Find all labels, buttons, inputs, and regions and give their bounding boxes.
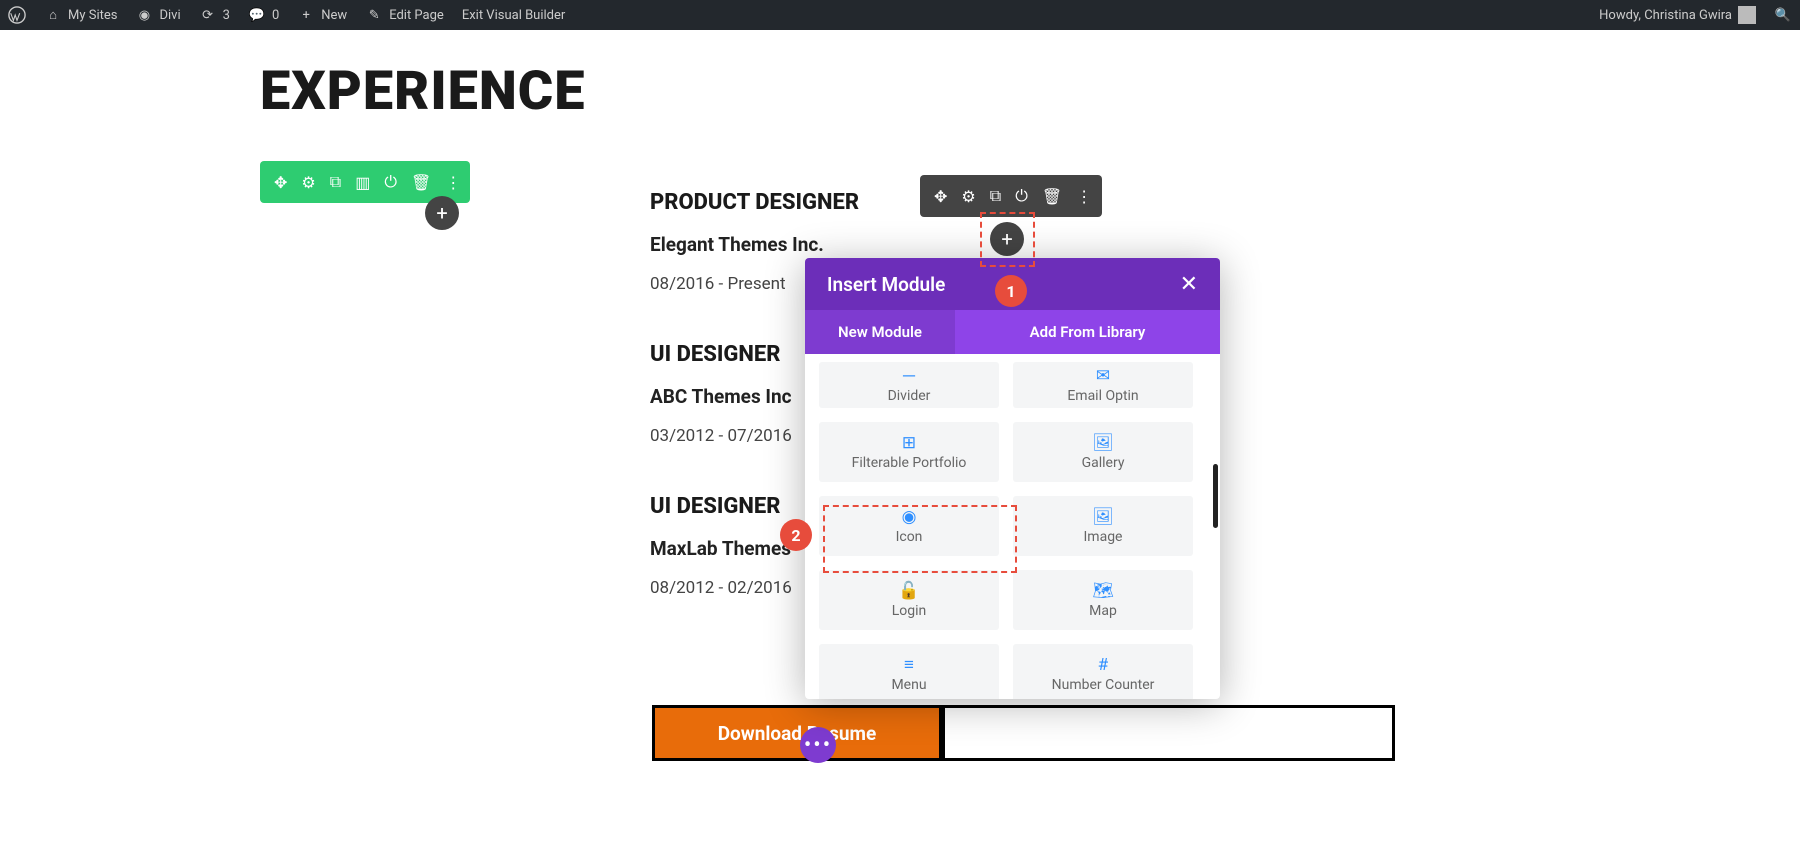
modal-scrollbar[interactable] — [1213, 464, 1218, 528]
wp-logo[interactable] — [8, 6, 26, 24]
modal-close-button[interactable]: ✕ — [1180, 272, 1198, 297]
duplicate-icon[interactable]: ⧉ — [330, 172, 341, 192]
module-label: Image — [1084, 529, 1123, 545]
power-icon[interactable]: ⏻ — [1015, 186, 1028, 206]
adminbar-left: ⌂My Sites ◉Divi ⟳3 💬0 +New ✎Edit Page Ex… — [8, 6, 565, 24]
howdy-link[interactable]: Howdy, Christina Gwira — [1599, 6, 1756, 24]
my-sites-link[interactable]: ⌂ My Sites — [44, 6, 117, 24]
edit-page-link[interactable]: ✎ Edit Page — [365, 6, 444, 24]
tab-new-module[interactable]: New Module — [805, 310, 955, 354]
module-label: Gallery — [1082, 455, 1125, 471]
page-title: EXPERIENCE — [260, 60, 1800, 123]
login-icon: 🔓 — [898, 581, 919, 601]
job-title: PRODUCT DESIGNER — [650, 190, 980, 215]
power-icon[interactable]: ⏻ — [384, 172, 397, 192]
icon-icon: ◉ — [902, 507, 917, 527]
module-menu[interactable]: ≡ Menu — [819, 644, 999, 699]
modal-body: ─ Divider ✉ Email Optin ⊞ Filterable Portfo… — [805, 354, 1220, 699]
modal-tabs: New Module Add From Library — [805, 310, 1220, 354]
comments-link[interactable]: 💬0 — [248, 6, 279, 24]
more-icon[interactable]: ⋮ — [445, 173, 461, 192]
my-sites-label: My Sites — [68, 8, 117, 23]
howdy-label: Howdy, Christina Gwira — [1599, 8, 1732, 23]
callout-badge-1: 1 — [995, 275, 1027, 307]
new-label: New — [321, 8, 347, 23]
close-icon: ✕ — [1180, 272, 1198, 297]
module-login[interactable]: 🔓 Login — [819, 570, 999, 630]
module-label: Icon — [896, 529, 923, 545]
module-number-counter[interactable]: # Number Counter — [1013, 644, 1193, 699]
module-label: Menu — [891, 677, 926, 693]
dots-icon: ••• — [804, 733, 832, 758]
gear-icon[interactable]: ⚙ — [301, 173, 315, 192]
site-link[interactable]: ◉ Divi — [135, 6, 180, 24]
module-label: Filterable Portfolio — [852, 455, 967, 471]
map-icon: 🗺 — [1092, 581, 1114, 601]
module-filterable-portfolio[interactable]: ⊞ Filterable Portfolio — [819, 422, 999, 482]
tab-add-library[interactable]: Add From Library — [955, 310, 1220, 354]
module-email-optin[interactable]: ✉ Email Optin — [1013, 362, 1193, 408]
trash-icon[interactable]: 🗑 — [411, 173, 431, 192]
download-button-empty — [942, 705, 1395, 761]
download-resume-button[interactable]: Download Resume — [652, 705, 942, 761]
callout-box-1 — [980, 212, 1035, 267]
module-label: Login — [892, 603, 927, 619]
exit-builder-label: Exit Visual Builder — [462, 8, 565, 23]
builder-toggle[interactable]: ••• — [800, 727, 836, 763]
add-row-button[interactable]: + — [425, 196, 459, 230]
exit-builder-link[interactable]: Exit Visual Builder — [462, 8, 565, 23]
plus-icon: + — [297, 6, 315, 24]
duplicate-icon[interactable]: ⧉ — [990, 186, 1001, 206]
adminbar-right: Howdy, Christina Gwira 🔍 — [1599, 6, 1792, 24]
module-gallery[interactable]: 🖼 Gallery — [1013, 422, 1193, 482]
comment-icon: 💬 — [248, 6, 266, 24]
portfolio-icon: ⊞ — [902, 433, 916, 453]
insert-module-modal: Insert Module ✕ New Module Add From Libr… — [805, 258, 1220, 699]
module-icon[interactable]: ◉ Icon — [819, 496, 999, 556]
move-icon[interactable]: ✥ — [274, 173, 287, 192]
module-label: Email Optin — [1067, 388, 1138, 404]
page-content: EXPERIENCE ✥ ⚙ ⧉ ▥ ⏻ 🗑 ⋮ — [0, 30, 1800, 203]
divider-icon: ─ — [903, 366, 915, 386]
pencil-icon: ✎ — [365, 6, 383, 24]
tab-library-label: Add From Library — [1030, 323, 1146, 341]
module-label: Divider — [888, 388, 931, 404]
avatar — [1738, 6, 1756, 24]
plus-icon: + — [436, 201, 447, 225]
callout-badge-2: 2 — [780, 519, 812, 551]
updates-link[interactable]: ⟳3 — [199, 6, 230, 24]
network-icon: ⌂ — [44, 6, 62, 24]
menu-icon: ≡ — [904, 655, 914, 675]
search-toggle[interactable]: 🔍 — [1774, 6, 1792, 24]
wp-admin-bar: ⌂My Sites ◉Divi ⟳3 💬0 +New ✎Edit Page Ex… — [0, 0, 1800, 30]
search-icon: 🔍 — [1774, 6, 1792, 24]
update-icon: ⟳ — [199, 6, 217, 24]
gallery-icon: 🖼 — [1092, 433, 1114, 453]
updates-count: 3 — [223, 8, 230, 23]
tab-new-label: New Module — [838, 323, 922, 341]
divi-label: Divi — [159, 8, 180, 23]
module-label: Map — [1089, 603, 1117, 619]
job-company: Elegant Themes Inc. — [650, 233, 980, 256]
columns-icon[interactable]: ▥ — [355, 173, 370, 192]
edit-page-label: Edit Page — [389, 8, 444, 23]
comments-count: 0 — [272, 8, 279, 23]
image-icon: 🖼 — [1092, 507, 1114, 527]
module-divider[interactable]: ─ Divider — [819, 362, 999, 408]
email-icon: ✉ — [1096, 366, 1110, 386]
wordpress-icon — [8, 6, 26, 24]
dashboard-icon: ◉ — [135, 6, 153, 24]
hash-icon: # — [1098, 655, 1108, 675]
module-map[interactable]: 🗺 Map — [1013, 570, 1193, 630]
module-label: Number Counter — [1052, 677, 1155, 693]
module-image[interactable]: 🖼 Image — [1013, 496, 1193, 556]
download-label: Download Resume — [718, 722, 877, 745]
more-icon[interactable]: ⋮ — [1076, 187, 1092, 206]
new-link[interactable]: + New — [297, 6, 347, 24]
trash-icon[interactable]: 🗑 — [1042, 187, 1062, 206]
modal-title: Insert Module — [827, 273, 945, 296]
